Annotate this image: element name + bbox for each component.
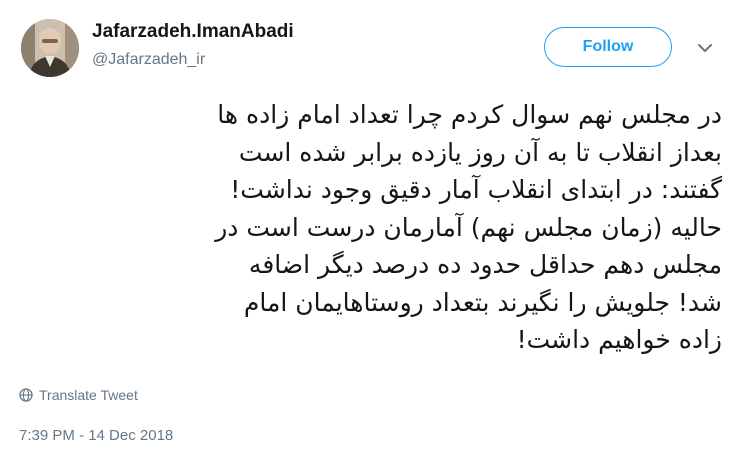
- tweet-text: در مجلس نهم سوال کردم چرا تعداد امام زاد…: [14, 96, 722, 359]
- globe-icon: [19, 388, 33, 402]
- author-handle[interactable]: @Jafarzadeh_ir: [92, 50, 205, 70]
- follow-button[interactable]: Follow: [544, 27, 672, 67]
- tweet-line: شد! جلویش را نگیرند بتعداد روستاهایمان ا…: [243, 287, 722, 317]
- tweet-line: در مجلس نهم سوال کردم چرا تعداد امام زاد…: [217, 100, 722, 129]
- tweet-line: حالیه (زمان مجلس نهم) آمارمان درست است د…: [215, 212, 722, 242]
- tweet-line: مجلس دهم حداقل حدود ده درصد دیگر اضافه: [248, 250, 722, 279]
- tweet-line: زاده خواهیم داشت!: [516, 325, 722, 354]
- avatar[interactable]: [21, 19, 79, 77]
- tweet-timestamp[interactable]: 7:39 PM - 14 Dec 2018: [19, 427, 173, 444]
- translate-tweet-label: Translate Tweet: [39, 387, 138, 403]
- author-display-name[interactable]: Jafarzadeh.ImanAbadi: [92, 20, 294, 44]
- tweet-line: بعداز انقلاب تا به آن روز یازده برابر شد…: [238, 137, 722, 167]
- chevron-down-icon[interactable]: [697, 40, 713, 54]
- tweet-line: گفتند: در ابتدای انقلاب آمار دقیق وجود ن…: [230, 175, 722, 204]
- translate-tweet-link[interactable]: Translate Tweet: [19, 387, 138, 403]
